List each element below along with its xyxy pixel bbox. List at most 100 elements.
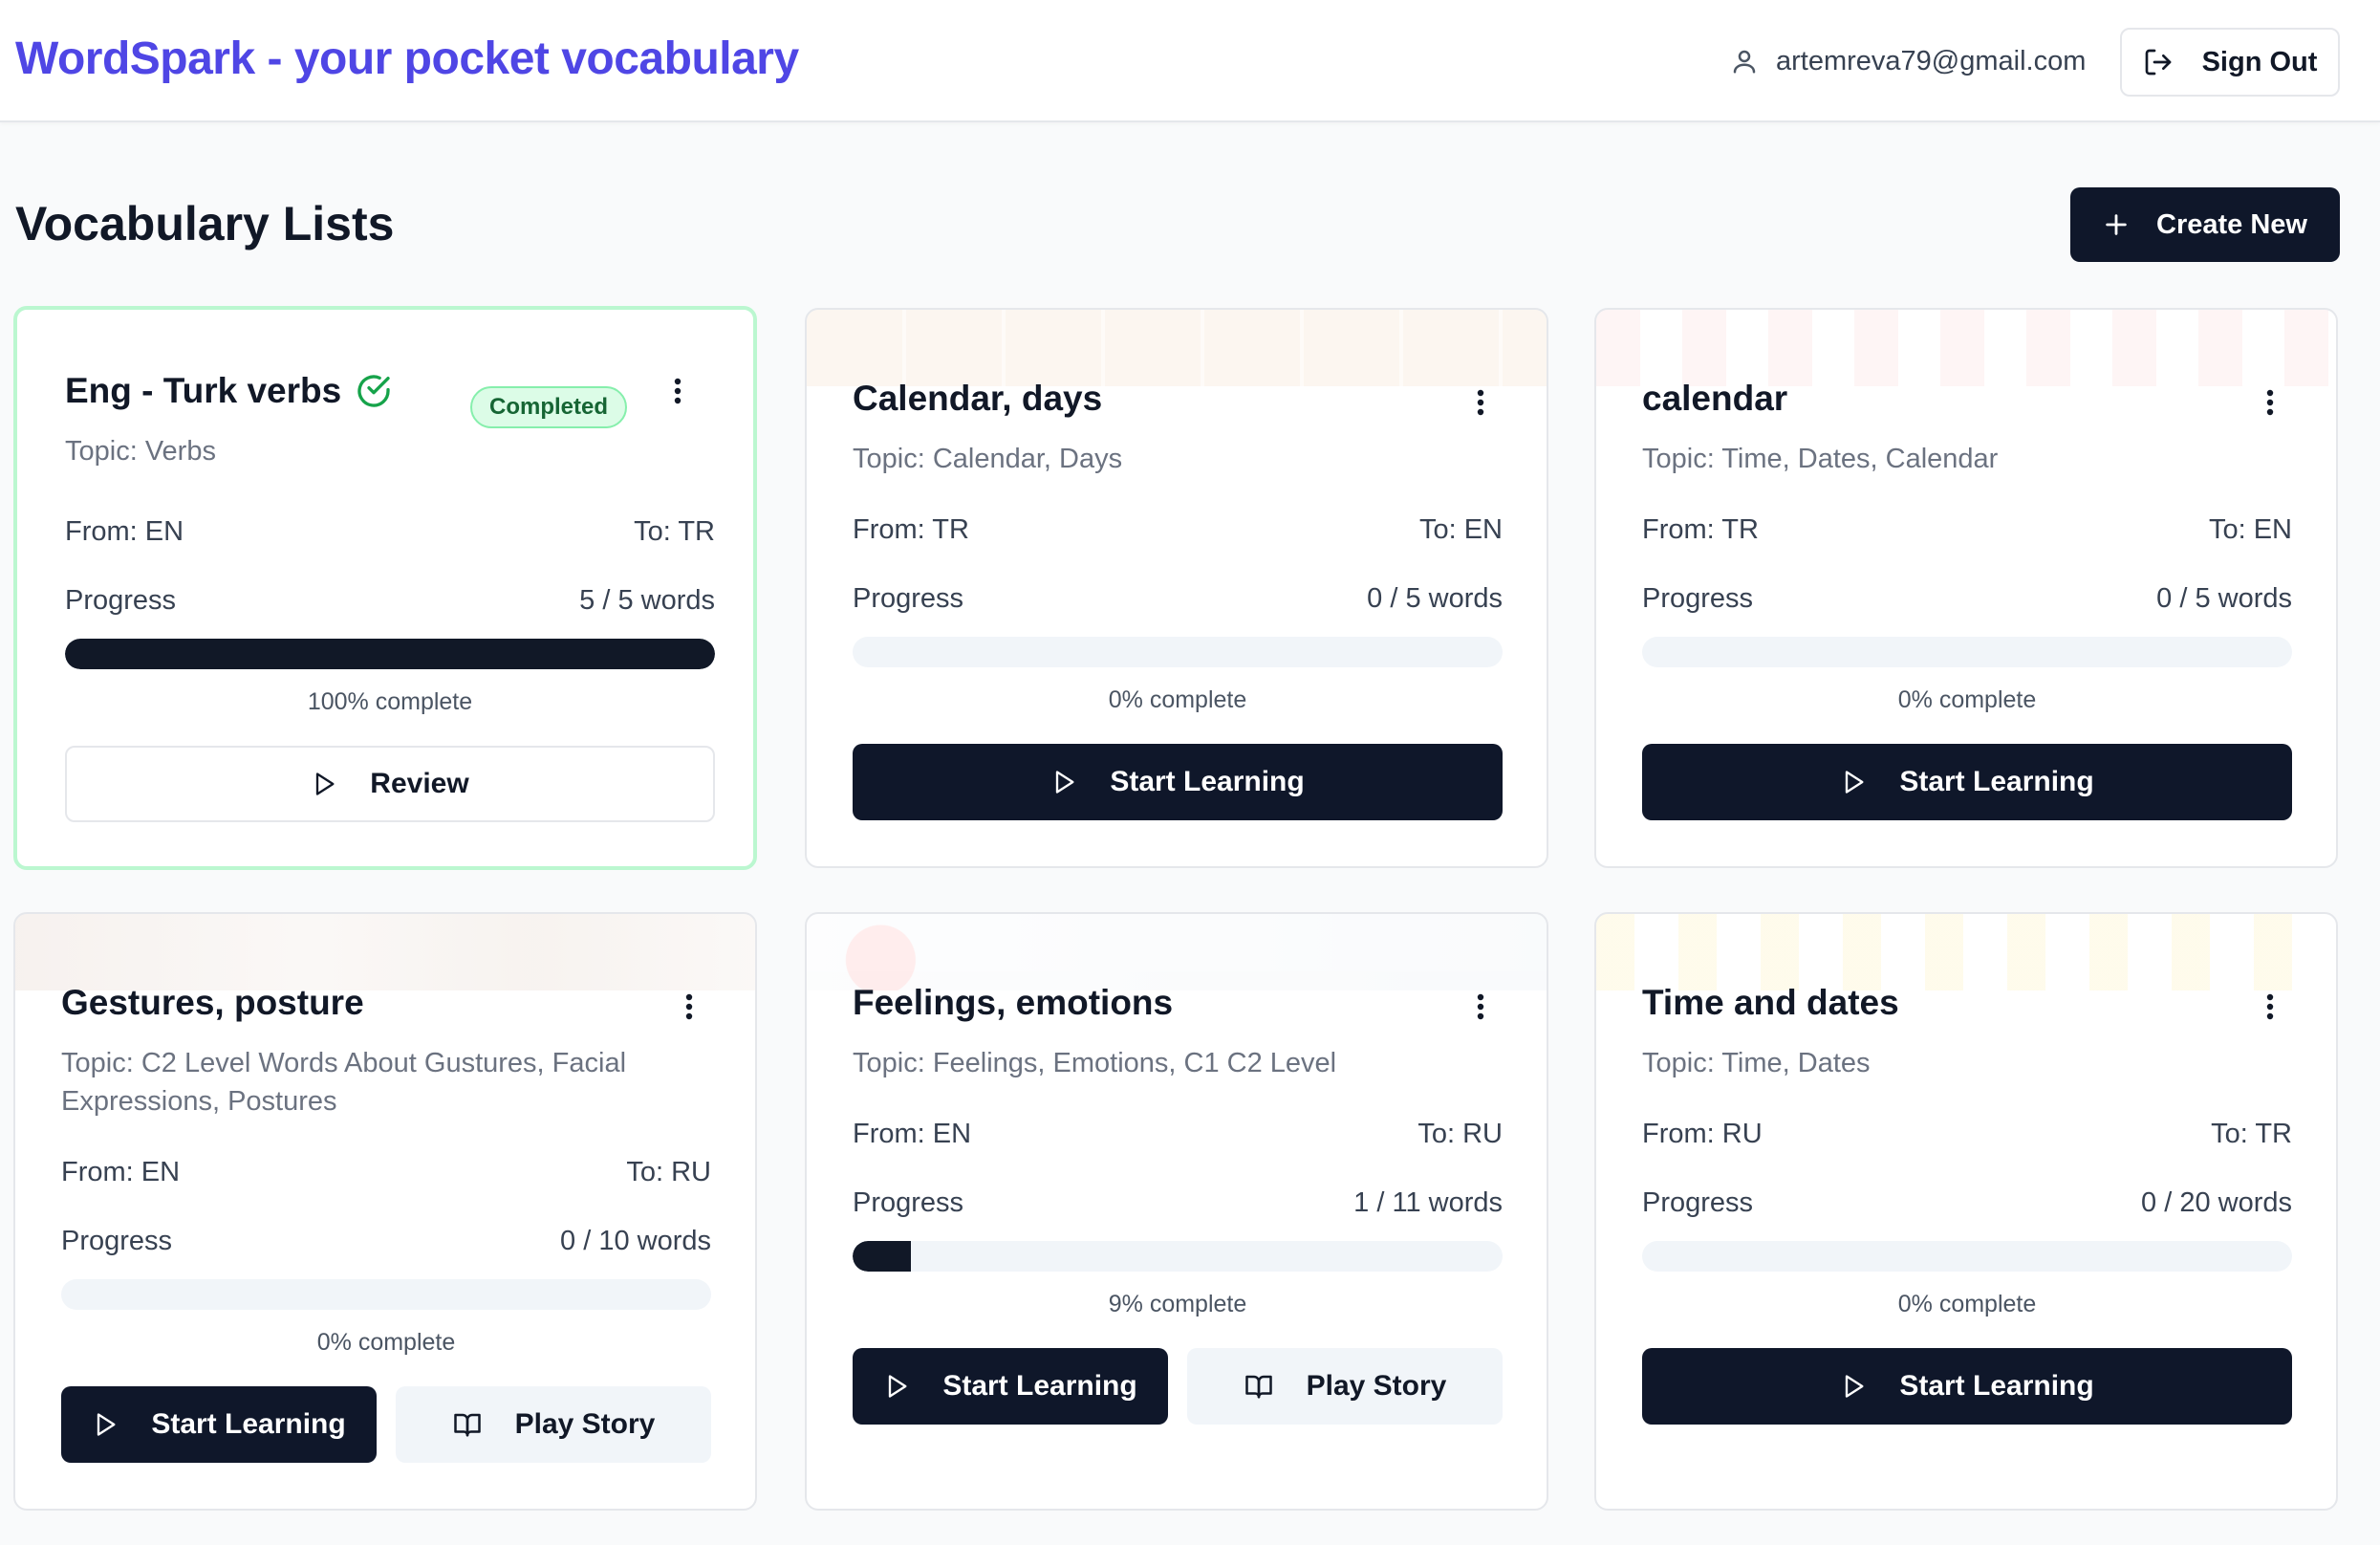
progress-words: 0 / 5 words [1367,583,1503,614]
language-row: From: EN To: RU [61,1157,711,1188]
vocab-card: Feelings, emotions Topic: Feelings, Emot… [805,912,1548,1511]
card-title: calendar [1642,379,1788,418]
to-language: To: TR [2211,1119,2292,1149]
language-row: From: EN To: RU [853,1119,1503,1150]
progress-bar [1642,1241,2292,1272]
language-row: From: TR To: EN [853,514,1503,546]
book-open-icon [1244,1372,1274,1401]
language-row: From: RU To: TR [1642,1119,2292,1150]
progress-row: Progress 0 / 5 words [853,583,1503,615]
page-title: Vocabulary Lists [15,197,395,250]
progress-bar [65,639,715,669]
more-options-icon[interactable] [1476,992,1485,1021]
start-learning-button[interactable]: Start Learning [61,1386,377,1463]
app-title: WordSpark - your pocket vocabulary [15,33,799,84]
more-options-icon[interactable] [2265,992,2275,1021]
play-story-label: Play Story [514,1408,656,1440]
card-title: Eng - Turk verbs [65,371,393,411]
status-badge: Completed [470,386,628,428]
book-open-icon [452,1410,483,1439]
more-options-icon[interactable] [2265,388,2275,417]
user-info: artemreva79@gmail.com [1730,40,2086,82]
more-options-icon[interactable] [673,377,682,405]
card-banner-image [15,914,755,990]
card-banner-image [807,310,1547,386]
progress-percent: 0% complete [1108,686,1247,713]
progress-percent: 0% complete [1897,1291,2037,1317]
sign-out-button[interactable]: Sign Out [2120,28,2340,97]
progress-words: 5 / 5 words [579,585,715,616]
user-icon [1730,46,1759,76]
card-title: Time and dates [1642,983,1899,1022]
progress-label: Progress [65,585,177,616]
progress-bar [61,1279,711,1310]
to-language: To: RU [1417,1119,1503,1149]
vocab-card: Eng - Turk verbs Completed Topic: Verbs … [13,306,757,870]
card-title: Gestures, posture [61,983,364,1022]
card-topic: Topic: Calendar, Days [853,444,1123,474]
from-language: From: TR [1642,514,1759,545]
start-learning-button[interactable]: Start Learning [1642,1348,2292,1425]
progress-words: 0 / 10 words [560,1226,711,1256]
progress-percent: 100% complete [307,688,473,715]
from-language: From: RU [1642,1119,1763,1149]
progress-label: Progress [1642,583,1754,614]
progress-label: Progress [61,1226,173,1256]
start-learning-button[interactable]: Start Learning [853,744,1503,820]
start-learning-label: Start Learning [1899,766,2094,797]
from-language: From: TR [853,514,969,545]
progress-words: 0 / 5 words [2156,583,2292,614]
progress-percent: 0% complete [1897,686,2037,713]
progress-label: Progress [853,1187,964,1218]
review-label: Review [370,768,469,799]
review-button[interactable]: Review [65,746,715,822]
play-icon [92,1410,119,1439]
progress-bar [853,1241,1503,1272]
card-title-text: Eng - Turk verbs [65,371,342,410]
progress-label: Progress [853,583,964,614]
log-out-icon [2143,47,2174,77]
card-topic: Topic: C2 Level Words About Gustures, Fa… [61,1048,627,1117]
progress-bar-fill [853,1241,912,1272]
from-language: From: EN [853,1119,972,1149]
play-story-label: Play Story [1306,1370,1447,1402]
more-options-icon[interactable] [684,992,694,1021]
vocab-card: calendar Topic: Time, Dates, Calendar Fr… [1594,308,2338,868]
progress-bar-fill [65,639,715,669]
check-circle-icon [355,372,393,410]
card-topic: Topic: Feelings, Emotions, C1 C2 Level [853,1048,1337,1078]
more-options-icon[interactable] [1476,388,1485,417]
progress-percent: 0% complete [316,1329,456,1356]
card-title: Calendar, days [853,379,1103,418]
progress-bar [853,637,1503,667]
to-language: To: EN [1418,514,1503,545]
to-language: To: TR [634,516,715,547]
create-new-button[interactable]: Create New [2070,187,2340,262]
create-new-label: Create New [2156,208,2307,240]
play-story-button[interactable]: Play Story [396,1386,711,1463]
progress-row: Progress 5 / 5 words [65,585,715,617]
start-learning-label: Start Learning [942,1370,1137,1402]
progress-words: 1 / 11 words [1353,1187,1503,1218]
start-learning-button[interactable]: Start Learning [853,1348,1168,1425]
language-row: From: TR To: EN [1642,514,2292,546]
start-learning-label: Start Learning [1110,766,1305,797]
progress-percent: 9% complete [1108,1291,1247,1317]
start-learning-button[interactable]: Start Learning [1642,744,2292,820]
vocab-card: Calendar, days Topic: Calendar, Days Fro… [805,308,1548,868]
start-learning-label: Start Learning [151,1408,346,1440]
sign-out-label: Sign Out [2201,46,2318,77]
vocab-card: Time and dates Topic: Time, Dates From: … [1594,912,2338,1511]
progress-words: 0 / 20 words [2141,1187,2292,1218]
progress-label: Progress [1642,1187,1754,1218]
to-language: To: RU [626,1157,711,1187]
vocab-card: Gestures, posture Topic: C2 Level Words … [13,912,757,1511]
language-row: From: EN To: TR [65,516,715,548]
play-story-button[interactable]: Play Story [1187,1348,1503,1425]
progress-row: Progress 0 / 10 words [61,1226,711,1257]
play-icon [311,770,337,798]
card-topic: Topic: Time, Dates, Calendar [1642,444,1999,474]
play-icon [1050,768,1077,796]
app-header: WordSpark - your pocket vocabulary artem… [0,0,2380,122]
play-icon [1840,768,1867,796]
